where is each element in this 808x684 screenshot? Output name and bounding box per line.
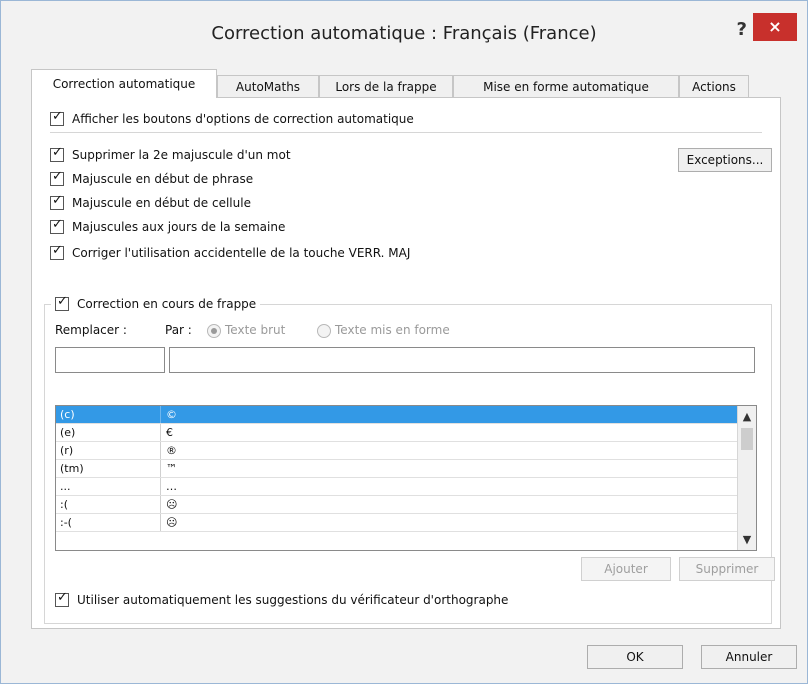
show-buttons-label: Afficher les boutons d'options de correc… bbox=[72, 112, 414, 126]
spelling-suggestions-option[interactable]: Utiliser automatiquement les suggestions… bbox=[55, 590, 509, 609]
list-item[interactable]: (e) € bbox=[56, 424, 738, 442]
separator bbox=[50, 132, 762, 133]
caps-lock-option[interactable]: Corriger l'utilisation accidentelle de l… bbox=[50, 243, 411, 262]
list-item-from: (c) bbox=[60, 408, 75, 421]
autocorrect-dialog: Correction automatique : Français (Franc… bbox=[0, 0, 808, 684]
list-item-from: :-( bbox=[60, 516, 72, 529]
delete-button[interactable]: Supprimer bbox=[679, 557, 775, 581]
tab-actions[interactable]: Actions bbox=[679, 75, 749, 97]
list-item-to: ☹ bbox=[166, 516, 178, 529]
formatted-text-radio[interactable] bbox=[317, 323, 331, 338]
caps-lock-label: Corriger l'utilisation accidentelle de l… bbox=[72, 246, 411, 260]
formatted-text-label: Texte mis en forme bbox=[335, 323, 450, 337]
weekdays-checkbox[interactable] bbox=[50, 217, 64, 234]
scroll-thumb[interactable] bbox=[741, 428, 753, 450]
tab-automaths[interactable]: AutoMaths bbox=[217, 75, 319, 97]
plain-text-label: Texte brut bbox=[225, 323, 286, 337]
list-item[interactable]: ... … bbox=[56, 478, 738, 496]
cancel-button[interactable]: Annuler bbox=[701, 645, 797, 669]
second-capital-option[interactable]: Supprimer la 2e majuscule d'un mot bbox=[50, 145, 291, 164]
list-item-from: (e) bbox=[60, 426, 76, 439]
sentence-start-option[interactable]: Majuscule en début de phrase bbox=[50, 169, 254, 188]
sentence-start-label: Majuscule en début de phrase bbox=[72, 172, 254, 186]
list-item[interactable]: :( ☹ bbox=[56, 496, 738, 514]
list-item-from: ... bbox=[60, 480, 71, 493]
tab-correction-automatique[interactable]: Correction automatique bbox=[31, 69, 217, 98]
list-item[interactable]: (r) ® bbox=[56, 442, 738, 460]
cell-start-option[interactable]: Majuscule en début de cellule bbox=[50, 193, 251, 212]
exceptions-button[interactable]: Exceptions... bbox=[678, 148, 772, 172]
tab-lors-de-la-frappe[interactable]: Lors de la frappe bbox=[319, 75, 453, 97]
with-input[interactable] bbox=[169, 347, 755, 373]
replace-group-legend[interactable]: Correction en cours de frappe bbox=[51, 294, 261, 313]
tab-panel: Afficher les boutons d'options de correc… bbox=[31, 97, 781, 629]
list-item-to: € bbox=[166, 426, 173, 439]
plain-text-radio[interactable] bbox=[207, 323, 221, 338]
list-item-from: :( bbox=[60, 498, 68, 511]
title-bar: Correction automatique : Français (Franc… bbox=[1, 1, 807, 61]
correction-frappe-checkbox[interactable] bbox=[55, 294, 69, 311]
list-item-to: … bbox=[166, 480, 177, 493]
correction-frappe-label: Correction en cours de frappe bbox=[77, 297, 257, 311]
replace-group: Correction en cours de frappe Remplacer … bbox=[44, 294, 775, 624]
list-item[interactable]: :-( ☹ bbox=[56, 514, 738, 532]
cell-start-checkbox[interactable] bbox=[50, 193, 64, 210]
list-item-to: ☹ bbox=[166, 498, 178, 511]
list-item-to: ® bbox=[166, 444, 177, 457]
with-label: Par : bbox=[165, 323, 192, 337]
second-capital-checkbox[interactable] bbox=[50, 145, 64, 162]
list-item-from: (r) bbox=[60, 444, 74, 457]
list-scrollbar[interactable]: ▲ ▼ bbox=[737, 406, 756, 550]
scroll-up-icon[interactable]: ▲ bbox=[738, 410, 756, 423]
cell-start-label: Majuscule en début de cellule bbox=[72, 196, 251, 210]
spelling-suggestions-label: Utiliser automatiquement les suggestions… bbox=[77, 593, 509, 607]
dialog-title: Correction automatique : Français (Franc… bbox=[211, 23, 597, 44]
weekdays-label: Majuscules aux jours de la semaine bbox=[72, 220, 286, 234]
replacement-list[interactable]: (c) © (e) € (r) ® (tm) ™ ... …:(☹:-(… bbox=[55, 405, 757, 551]
list-item[interactable]: (c) © bbox=[56, 406, 738, 424]
close-icon[interactable]: × bbox=[753, 13, 797, 41]
formatted-text-option[interactable]: Texte mis en forme bbox=[317, 323, 450, 338]
replace-input[interactable] bbox=[55, 347, 165, 373]
weekdays-option[interactable]: Majuscules aux jours de la semaine bbox=[50, 217, 286, 236]
tab-mise-en-forme-automatique[interactable]: Mise en forme automatique bbox=[453, 75, 679, 97]
scroll-down-icon[interactable]: ▼ bbox=[738, 533, 756, 546]
second-capital-label: Supprimer la 2e majuscule d'un mot bbox=[72, 148, 291, 162]
spelling-suggestions-checkbox[interactable] bbox=[55, 590, 69, 607]
ok-button[interactable]: OK bbox=[587, 645, 683, 669]
replace-label: Remplacer : bbox=[55, 323, 127, 337]
list-item-to: ™ bbox=[166, 462, 177, 475]
list-item-to: © bbox=[166, 408, 177, 421]
show-buttons-option[interactable]: Afficher les boutons d'options de correc… bbox=[50, 109, 414, 128]
list-item[interactable]: (tm) ™ bbox=[56, 460, 738, 478]
caps-lock-checkbox[interactable] bbox=[50, 243, 64, 260]
help-icon[interactable]: ? bbox=[737, 19, 747, 40]
plain-text-option[interactable]: Texte brut bbox=[207, 323, 285, 338]
show-buttons-checkbox[interactable] bbox=[50, 109, 64, 126]
sentence-start-checkbox[interactable] bbox=[50, 169, 64, 186]
add-button[interactable]: Ajouter bbox=[581, 557, 671, 581]
list-item-from: (tm) bbox=[60, 462, 84, 475]
